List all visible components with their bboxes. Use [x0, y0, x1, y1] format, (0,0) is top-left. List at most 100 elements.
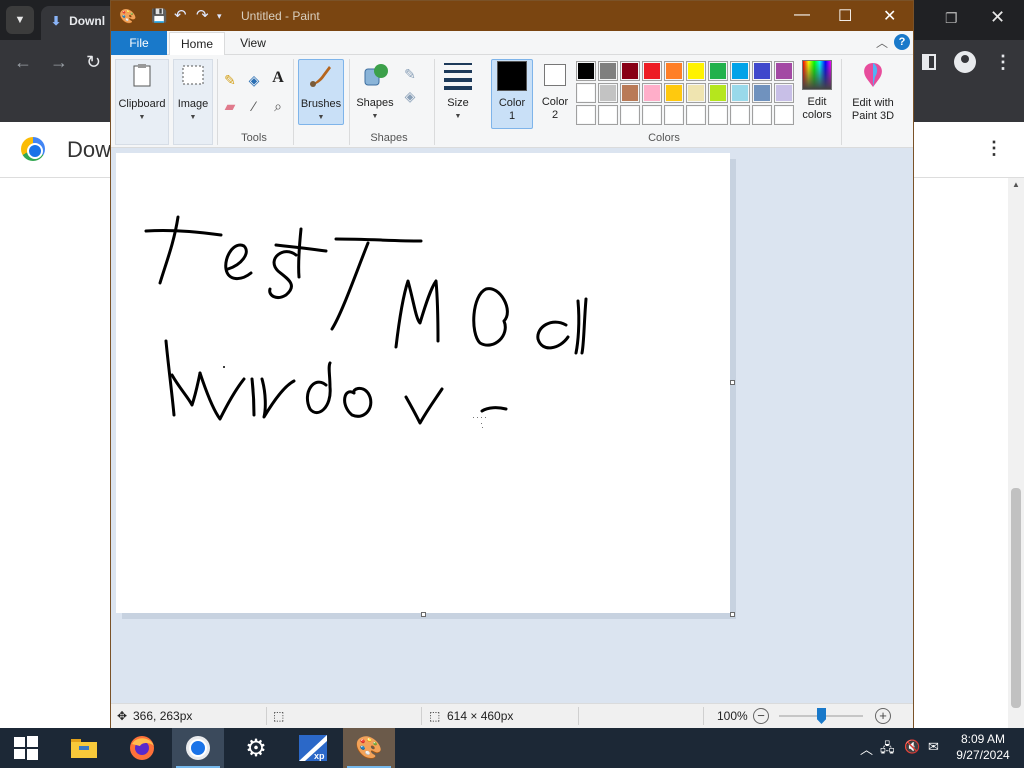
- page-scrollbar[interactable]: ▲: [1008, 178, 1024, 728]
- file-explorer-taskbar-button[interactable]: [58, 728, 110, 768]
- side-panel-icon[interactable]: [922, 54, 936, 70]
- chrome-restore-button[interactable]: ❐: [945, 10, 958, 27]
- fill-bucket-icon[interactable]: ◈: [245, 71, 263, 89]
- scroll-up-icon[interactable]: ▲: [1012, 180, 1020, 189]
- palette-swatch[interactable]: [774, 83, 794, 103]
- profile-avatar-icon[interactable]: [954, 51, 976, 73]
- minimize-button[interactable]: —: [794, 6, 810, 24]
- palette-swatch[interactable]: [686, 105, 706, 125]
- zoom-in-button[interactable]: +: [875, 708, 891, 724]
- help-icon[interactable]: ?: [894, 34, 910, 50]
- palette-swatch[interactable]: [752, 83, 772, 103]
- shapes-button[interactable]: Shapes ▼: [354, 59, 396, 125]
- maximize-button[interactable]: ☐: [838, 6, 852, 26]
- settings-taskbar-button[interactable]: ⚙: [230, 728, 282, 768]
- palette-swatch[interactable]: [730, 61, 750, 81]
- redo-icon[interactable]: ↷: [196, 6, 209, 24]
- palette-swatch[interactable]: [620, 83, 640, 103]
- canvas-resize-handle-right[interactable]: [730, 380, 735, 385]
- notification-icon[interactable]: ✉: [928, 739, 939, 755]
- pencil-icon[interactable]: ✎: [221, 71, 239, 89]
- image-button[interactable]: Image ▼: [173, 59, 213, 145]
- color1-button[interactable]: Color 1: [491, 59, 533, 129]
- size-button[interactable]: Size ▼: [439, 59, 477, 125]
- firefox-taskbar-button[interactable]: [116, 728, 168, 768]
- palette-swatch[interactable]: [576, 83, 596, 103]
- tab-view[interactable]: View: [231, 31, 275, 55]
- palette-swatch[interactable]: [642, 61, 662, 81]
- taskbar-clock[interactable]: 8:09 AM 9/27/2024: [950, 731, 1016, 763]
- palette-swatch[interactable]: [664, 105, 684, 125]
- zoom-out-button[interactable]: −: [753, 708, 769, 724]
- brushes-button[interactable]: Brushes ▼: [298, 59, 344, 125]
- volume-muted-icon[interactable]: 🔇: [904, 739, 920, 755]
- palette-swatch[interactable]: [752, 61, 772, 81]
- chrome-taskbar-button[interactable]: [172, 728, 224, 768]
- palette-swatch[interactable]: [730, 83, 750, 103]
- color-picker-icon[interactable]: ⁄: [245, 97, 263, 115]
- outline-icon[interactable]: ✎: [401, 65, 419, 83]
- svg-text:xp: xp: [314, 751, 325, 761]
- canvas-resize-handle-bottom[interactable]: [421, 612, 426, 617]
- forward-arrow-icon[interactable]: →: [50, 52, 68, 73]
- palette-swatch[interactable]: [598, 105, 618, 125]
- palette-swatch[interactable]: [598, 61, 618, 81]
- customize-toolbar-icon[interactable]: ▾: [217, 11, 222, 22]
- palette-swatch[interactable]: [576, 105, 596, 125]
- palette-swatch[interactable]: [576, 61, 596, 81]
- palette-swatch[interactable]: [686, 61, 706, 81]
- tab-search-chevron-icon[interactable]: ▼: [6, 6, 34, 34]
- palette-swatch[interactable]: [730, 105, 750, 125]
- color2-button[interactable]: Color 2: [535, 59, 575, 129]
- edit-colors-button[interactable]: Edit colors: [795, 59, 839, 129]
- save-icon[interactable]: 💾: [151, 8, 167, 24]
- image-size: 614 × 460px: [447, 709, 514, 723]
- paint-palette-icon[interactable]: 🎨: [119, 8, 136, 25]
- network-icon[interactable]: 🖧: [880, 739, 895, 761]
- paint-taskbar-button[interactable]: 🎨: [343, 728, 395, 768]
- eraser-icon[interactable]: ▰: [221, 97, 239, 115]
- reload-icon[interactable]: ↻: [86, 52, 101, 73]
- fill-icon[interactable]: ◈: [401, 87, 419, 105]
- palette-swatch[interactable]: [708, 105, 728, 125]
- canvas-resize-handle-corner[interactable]: [730, 612, 735, 617]
- chevron-up-icon[interactable]: ︿: [860, 739, 873, 758]
- palette-swatch[interactable]: [642, 105, 662, 125]
- palette-swatch[interactable]: [686, 83, 706, 103]
- scrollbar-thumb[interactable]: [1011, 488, 1021, 708]
- drawing-canvas[interactable]: [116, 153, 730, 613]
- palette-swatch[interactable]: [664, 83, 684, 103]
- palette-swatch[interactable]: [664, 61, 684, 81]
- palette-swatch[interactable]: [620, 61, 640, 81]
- collapse-ribbon-icon[interactable]: ︿: [876, 34, 888, 51]
- magnifier-icon[interactable]: ⌕: [269, 97, 287, 115]
- chrome-close-button[interactable]: ✕: [990, 7, 1005, 28]
- downloads-page-title: Dow: [67, 137, 112, 162]
- palette-swatch[interactable]: [598, 83, 618, 103]
- tab-file[interactable]: File: [111, 31, 167, 55]
- downloads-menu-icon[interactable]: ⋮: [985, 138, 1003, 159]
- undo-icon[interactable]: ↶: [174, 6, 187, 24]
- zoom-slider-thumb[interactable]: [817, 708, 826, 724]
- palette-swatch[interactable]: [708, 83, 728, 103]
- tab-home[interactable]: Home: [169, 32, 225, 56]
- paint-title-bar[interactable]: 🎨 💾 ↶ ↷ ▾ Untitled - Paint — ☐ ✕: [111, 1, 913, 31]
- xp-app-icon: xp: [299, 735, 327, 761]
- palette-swatch[interactable]: [620, 105, 640, 125]
- start-button[interactable]: [0, 728, 52, 768]
- palette-swatch[interactable]: [774, 105, 794, 125]
- text-icon[interactable]: A: [269, 69, 287, 87]
- firefox-icon: [130, 736, 154, 760]
- palette-swatch[interactable]: [774, 61, 794, 81]
- palette-swatch[interactable]: [642, 83, 662, 103]
- palette-swatch[interactable]: [752, 105, 772, 125]
- clipboard-button[interactable]: Clipboard ▼: [115, 59, 169, 145]
- xp-app-taskbar-button[interactable]: xp: [287, 728, 339, 768]
- chrome-tab-downloads[interactable]: ⬇ Downl: [41, 6, 121, 40]
- edit-with-paint3d-button[interactable]: Edit with Paint 3D: [845, 59, 901, 129]
- close-button[interactable]: ✕: [883, 6, 896, 26]
- palette-swatch[interactable]: [708, 61, 728, 81]
- chrome-menu-icon[interactable]: ⋮: [994, 52, 1012, 73]
- canvas-area[interactable]: [111, 149, 913, 701]
- back-arrow-icon[interactable]: ←: [14, 52, 32, 73]
